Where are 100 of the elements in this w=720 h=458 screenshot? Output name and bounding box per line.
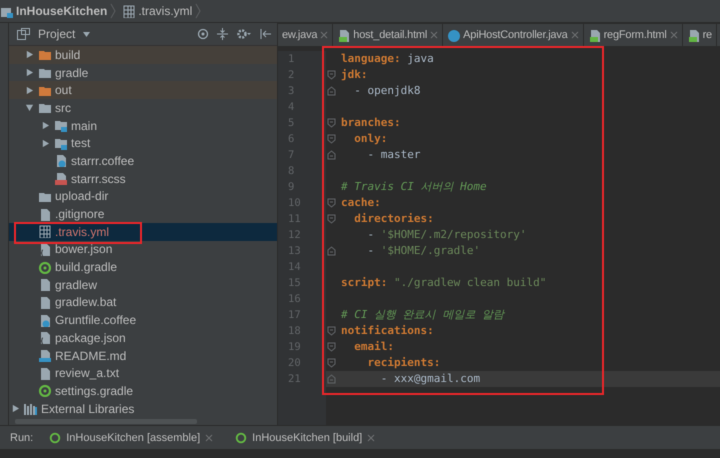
hide-panel-icon[interactable] — [260, 29, 271, 39]
file-name: review_a.txt — [55, 366, 120, 380]
fold-marker-icon[interactable] — [327, 118, 336, 128]
collapsed-arrow-icon[interactable] — [41, 138, 50, 148]
file-name: test — [71, 136, 90, 150]
collapsed-arrow-icon[interactable] — [41, 121, 50, 130]
fold-marker-icon[interactable] — [327, 134, 336, 144]
fold-marker-icon[interactable] — [327, 342, 336, 352]
editor-tab[interactable]: re — [682, 24, 717, 46]
breadcrumb-item[interactable]: InHouseKitchen — [16, 4, 108, 18]
html-file-icon — [588, 28, 601, 42]
file-name: starrr.coffee — [71, 154, 134, 168]
code-line: branches: — [340, 115, 401, 131]
fold-marker-icon[interactable] — [327, 86, 336, 96]
gradle-icon — [38, 384, 51, 398]
fold-marker-icon[interactable] — [327, 150, 336, 160]
file-name: out — [55, 83, 72, 98]
fold-marker-icon[interactable] — [327, 374, 336, 384]
tree-row[interactable]: Gruntfile.coffee — [9, 311, 277, 329]
tree-row[interactable]: README.md — [9, 346, 277, 364]
editor-tab[interactable]: regForm.html — [584, 24, 683, 46]
file-name: Gruntfile.coffee — [55, 313, 136, 328]
html-file-icon — [686, 28, 700, 42]
code-line: - '$HOME/.m2/repository' — [366, 227, 526, 243]
html-file-icon — [337, 28, 350, 42]
locate-icon[interactable] — [197, 28, 209, 40]
tree-row[interactable]: build — [9, 46, 277, 64]
table-file-icon — [38, 225, 51, 238]
tree-row[interactable]: .gitignore — [9, 205, 277, 223]
tree-row[interactable]: build.gradle — [9, 258, 277, 276]
tree-row[interactable]: bower.json — [9, 240, 277, 258]
scrollbar[interactable] — [15, 419, 197, 424]
code-line: - master — [366, 147, 420, 163]
dropdown-caret-icon[interactable] — [83, 32, 90, 36]
gradle-icon — [235, 432, 248, 444]
tree-row[interactable]: src — [9, 99, 277, 117]
fold-marker-icon[interactable] — [327, 326, 336, 336]
file-name: build — [55, 48, 80, 62]
source-folder-icon — [54, 119, 67, 132]
collapsed-arrow-icon[interactable] — [25, 86, 34, 95]
tree-row[interactable]: starrr.scss — [9, 170, 277, 188]
tree-row[interactable]: .travis.yml — [9, 222, 277, 241]
code-line: directories: — [353, 211, 434, 227]
fold-marker-icon[interactable] — [327, 70, 336, 80]
file-name: gradlew.bat — [55, 295, 116, 310]
code-line: email: — [353, 339, 394, 355]
fold-marker-icon[interactable] — [327, 246, 336, 256]
code-line: cache: — [340, 195, 381, 211]
file-name: .travis.yml — [55, 224, 109, 239]
settings-icon[interactable] — [236, 28, 252, 40]
close-icon[interactable] — [205, 434, 214, 442]
fold-marker-icon[interactable] — [327, 358, 336, 368]
tree-row[interactable]: main — [9, 116, 277, 134]
tree-row[interactable]: upload-dir — [9, 188, 277, 206]
run-tab[interactable]: InHouseKitchen [build] — [229, 426, 382, 449]
library-icon — [24, 402, 37, 415]
tree-row[interactable]: test — [9, 134, 277, 152]
collapsed-arrow-icon[interactable] — [11, 404, 20, 414]
code-line: only: — [353, 131, 388, 147]
expanded-arrow-icon[interactable] — [25, 103, 34, 112]
file-icon — [38, 208, 51, 221]
run-tab[interactable]: InHouseKitchen [assemble] — [43, 426, 220, 449]
close-icon[interactable] — [430, 31, 438, 39]
tree-row[interactable]: out — [9, 81, 277, 100]
file-name: gradle — [55, 66, 88, 80]
source-folder-icon — [54, 136, 67, 150]
code-line: # CI 실행 완료시 메일로 알람 — [340, 307, 504, 323]
tree-row[interactable]: gradlew — [9, 276, 277, 294]
file-name: README.md — [55, 348, 126, 363]
breadcrumb-item[interactable]: .travis.yml — [138, 4, 192, 18]
code-line: notifications: — [340, 323, 434, 339]
tree-row[interactable]: gradle — [9, 64, 277, 82]
collapse-all-icon[interactable] — [217, 28, 228, 40]
collapsed-arrow-icon[interactable] — [25, 50, 34, 60]
panel-title[interactable]: Project — [38, 27, 76, 41]
close-icon[interactable] — [570, 31, 579, 39]
run-label: Run: — [10, 432, 34, 444]
fold-marker-icon[interactable] — [327, 214, 336, 224]
collapsed-arrow-icon[interactable] — [25, 68, 34, 78]
file-name: External Libraries — [41, 402, 134, 416]
tree-row[interactable]: External Libraries — [9, 400, 277, 418]
json-file-icon — [38, 331, 51, 344]
code-line: - openjdk8 — [353, 83, 420, 99]
folder-icon — [38, 66, 51, 80]
file-name: build.gradle — [55, 260, 118, 274]
tree-row[interactable]: settings.gradle — [9, 382, 277, 400]
tree-row[interactable]: package.json — [9, 329, 277, 347]
file-name: .gitignore — [55, 207, 104, 222]
folder-icon — [38, 48, 51, 62]
chevron-icon — [110, 2, 116, 20]
code-line: jdk: — [340, 67, 368, 83]
tree-row[interactable]: gradlew.bat — [9, 294, 277, 312]
fold-marker-icon[interactable] — [327, 198, 336, 208]
tree-row[interactable]: review_a.txt — [9, 364, 277, 382]
table-file-icon — [122, 4, 136, 18]
file-name: gradlew — [55, 278, 98, 292]
close-icon[interactable] — [367, 434, 376, 442]
close-icon[interactable] — [670, 31, 678, 39]
close-icon[interactable] — [320, 31, 328, 39]
tree-row[interactable]: starrr.coffee — [9, 152, 277, 170]
